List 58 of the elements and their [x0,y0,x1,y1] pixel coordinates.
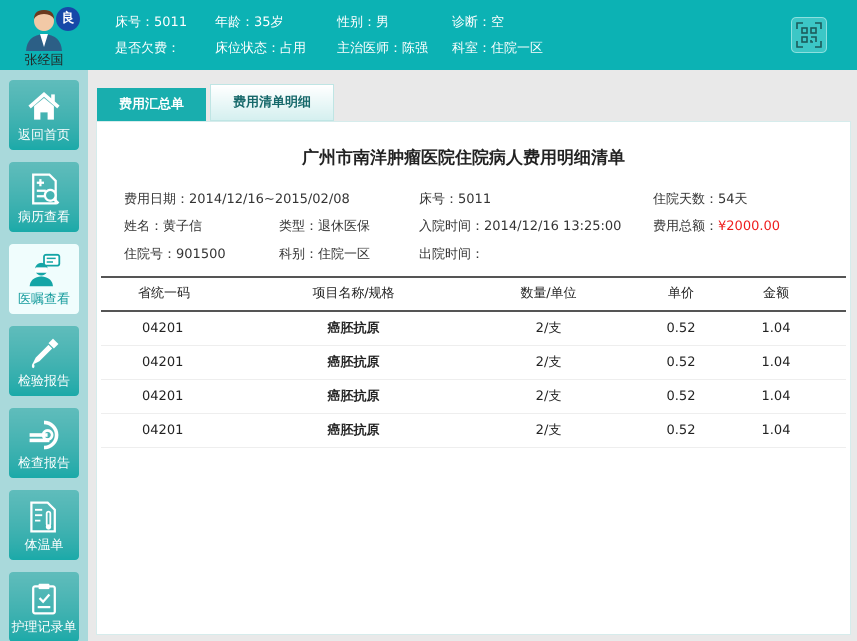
table-cell-text: 1.04 [760,354,792,372]
column-header: 金额 [762,285,790,304]
sidebar-item[interactable]: 检查报告 [9,408,79,478]
info-field: 出院时间： [419,244,653,264]
column-header: 省统一码 [137,285,191,304]
table-cell-text: 癌胚抗原 [326,388,380,406]
table-cell-text: 1.04 [760,320,792,338]
info-field: 住院号：901500 [124,244,279,264]
sidebar-item[interactable]: 检验报告 [9,326,79,396]
table-cell-text: 1.04 [760,388,792,406]
table-cell-text: 0.52 [666,388,696,406]
info-field: 科别：住院一区 [279,244,419,264]
table-cell-text: 2/支 [534,388,562,406]
info-field: 费用总额：¥2000.00 [653,217,833,236]
patient-field: 床号：5011 [115,16,215,28]
patient-name: 张经国 [24,54,64,67]
avatar-icon [24,7,64,51]
table-cell-text: 2/支 [534,422,562,440]
patient-field: 诊断：空 [452,16,572,28]
sidebar-item[interactable]: 医嘱查看 [9,244,79,314]
qr-scan-icon [796,22,822,48]
sidebar-item[interactable]: 返回首页 [9,80,79,150]
rating-badge: 良 [56,7,80,31]
sidebar-item[interactable]: 病历查看 [9,162,79,232]
patient-field: 床位状态：占用 [215,42,337,54]
patient-field: 主治医师：陈强 [337,42,452,54]
tab[interactable]: 费用清单明细 [210,84,334,121]
patient-field: 年龄：35岁 [215,16,337,28]
table-cell-text: 04201 [141,320,184,338]
sidebar-item[interactable]: 体温单 [9,490,79,560]
table-cell-text: 0.52 [666,422,696,440]
table-cell-text: 2/支 [534,354,562,372]
sidebar-item[interactable]: 护理记录单 [9,572,79,641]
info-field: 入院时间：2014/12/16 13:25:00 [419,217,653,236]
info-field: 姓名：黄子信 [124,217,279,236]
table-cell-text: 04201 [141,354,184,372]
table-cell-text: 癌胚抗原 [326,422,380,440]
info-field: 住院天数：54天 [653,190,833,209]
patient-field: 是否欠费： [115,42,215,54]
qr-scan-button[interactable] [791,17,827,53]
column-header: 数量/单位 [519,285,578,304]
column-header: 单价 [667,285,695,304]
tab[interactable]: 费用汇总单 [97,88,206,121]
info-field: 费用日期：2014/12/16~2015/02/08 [124,190,419,209]
table-cell-text: 癌胚抗原 [326,354,380,372]
table-cell-text: 癌胚抗原 [326,320,380,338]
patient-field: 性别：男 [337,16,452,28]
info-field: 类型：退休医保 [279,217,419,236]
patient-field: 科室：住院一区 [452,42,572,54]
table-cell-text: 1.04 [760,422,792,440]
document-title: 广州市南洋肿瘤医院住院病人费用明细清单 [300,147,626,170]
column-header: 项目名称/规格 [311,285,396,304]
table-cell-text: 0.52 [666,354,696,372]
info-field: 床号：5011 [419,190,653,209]
table-cell-text: 0.52 [666,320,696,338]
table-cell-text: 04201 [141,422,184,440]
table-cell-text: 2/支 [534,320,562,338]
table-cell-text: 04201 [141,388,184,406]
